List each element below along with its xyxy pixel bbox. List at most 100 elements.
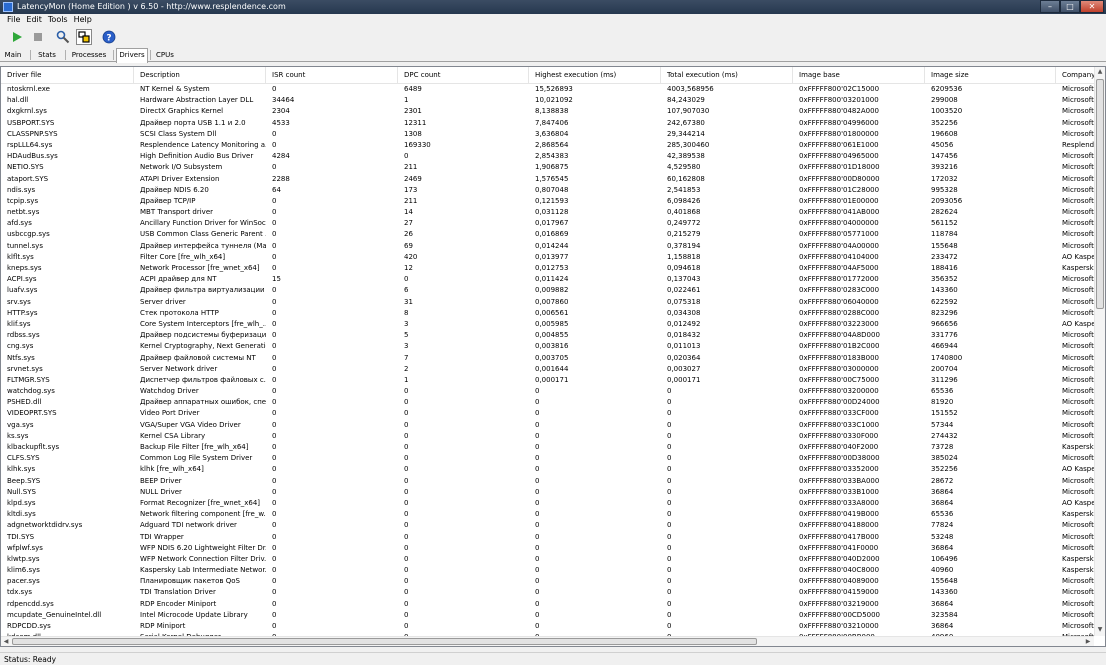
table-row[interactable]: usbccgp.sys USB Common Class Generic Pare… [1,229,1095,240]
menu-edit[interactable]: Edit [23,14,45,26]
table-row[interactable]: tcpip.sys Драйвер TCP/IP 0 211 0,121593 6,098… [1,196,1095,207]
table-row[interactable]: luafv.sys Драйвер фильтра виртуализации .… [1,285,1095,296]
column-header-isr-count[interactable]: ISR count [266,67,398,83]
table-row[interactable]: rdbss.sys Драйвер подсистемы буферизаци..… [1,330,1095,341]
table-row[interactable]: VIDEOPRT.SYS Video Port Driver 0 0 0 0 0xFFFFF… [1,408,1095,419]
cell-highest-execution: 0,016869 [535,230,569,239]
menu-file[interactable]: File [4,14,23,26]
cell-isr-count: 4533 [272,118,290,127]
scroll-left-arrow-icon[interactable]: ◀ [1,637,11,646]
cell-total-execution: 0 [667,554,672,563]
cell-isr-count: 34464 [272,96,295,105]
table-row[interactable]: Beep.SYS BEEP Driver 0 0 0 0 0xFFFFF880'033BA0… [1,476,1095,487]
cell-highest-execution: 0 [535,588,540,597]
table-row[interactable]: kltdi.sys Network filtering component [fr… [1,509,1095,520]
table-row[interactable]: PSHED.dll Драйвер аппаратных ошибок, спе.… [1,397,1095,408]
table-row[interactable]: CLASSPNP.SYS SCSI Class System Dll 0 1308 3,… [1,129,1095,140]
table-row[interactable]: tunnel.sys Драйвер интерфейса туннеля (Ма… [1,241,1095,252]
table-row[interactable]: klim6.sys Kaspersky Lab Intermediate Netw… [1,565,1095,576]
table-row[interactable]: afd.sys Ancillary Function Driver for Win… [1,218,1095,229]
table-row[interactable]: HTTP.sys Стек протокола HTTP 0 8 0,006561 0,0… [1,308,1095,319]
table-row[interactable]: ACPI.sys ACPI драйвер для NT 15 0 0,011424 0,… [1,274,1095,285]
table-row[interactable]: dxgkrnl.sys DirectX Graphics Kernel 2304 23… [1,106,1095,117]
help-button[interactable]: ? [101,29,117,45]
close-button[interactable]: ✕ [1080,0,1104,13]
tab-cpus[interactable]: CPUs [154,49,176,61]
table-row[interactable]: ntoskrnl.exe NT Kernel & System 0 6489 15,52… [1,84,1095,95]
column-header-highest-execution[interactable]: Highest execution (ms) [529,67,661,83]
scroll-down-arrow-icon[interactable]: ▼ [1095,625,1105,635]
table-row[interactable]: klflt.sys Filter Core [fre_wlh_x64] 0 420 0,… [1,252,1095,263]
table-row[interactable]: CLFS.SYS Common Log File System Driver 0 0 0… [1,453,1095,464]
table-row[interactable]: klpd.sys Format Recognizer [fre_wnet_x64]… [1,498,1095,509]
table-row[interactable]: netbt.sys MBT Transport driver 0 14 0,031128… [1,207,1095,218]
cell-driver-file: Null.SYS [7,487,36,496]
table-row[interactable]: NETIO.SYS Network I/O Subsystem 0 211 1,9068… [1,162,1095,173]
table-row[interactable]: klbackupflt.sys Backup File Filter [fre_w… [1,442,1095,453]
table-row[interactable]: FLTMGR.SYS Диспетчер фильтров файловых с.… [1,375,1095,386]
tab-drivers[interactable]: Drivers [116,48,148,63]
table-row[interactable]: ks.sys Kernel CSA Library 0 0 0 0 0xFFFFF880'0… [1,431,1095,442]
cell-dpc-count: 14 [404,208,413,217]
table-row[interactable]: wfplwf.sys WFP NDIS 6.20 Lightweight Filt… [1,543,1095,554]
tab-main[interactable]: Main [2,49,24,61]
menu-tools[interactable]: Tools [45,14,71,26]
table-row[interactable]: vga.sys VGA/Super VGA Video Driver 0 0 0 0 0xF… [1,420,1095,431]
table-row[interactable]: Null.SYS NULL Driver 0 0 0 0 0xFFFFF880'033B10… [1,487,1095,498]
table-row[interactable]: hal.dll Hardware Abstraction Layer DLL 344… [1,95,1095,106]
table-row[interactable]: srv.sys Server driver 0 31 0,007860 0,075318 0… [1,297,1095,308]
cell-image-size: 352256 [931,118,958,127]
vertical-scroll-thumb[interactable] [1096,79,1104,309]
maximize-button[interactable]: □ [1060,0,1080,13]
table-row[interactable]: rdpencdd.sys RDP Encoder Miniport 0 0 0 0 0xFF… [1,599,1095,610]
column-header-driver-file[interactable]: Driver file [1,67,134,83]
table-row[interactable]: kneps.sys Network Processor [fre_wnet_x64… [1,263,1095,274]
cell-driver-file: kltdi.sys [7,510,36,519]
column-header-image-size[interactable]: Image size [925,67,1056,83]
table-row[interactable]: klif.sys Core System Interceptors [fre_wl… [1,319,1095,330]
windows-button[interactable] [76,29,92,45]
table-row[interactable]: HDAudBus.sys High Definition Audio Bus Dr… [1,151,1095,162]
column-header-image-base[interactable]: Image base [793,67,925,83]
table-row[interactable]: adgnetworktdidrv.sys Adguard TDI network … [1,520,1095,531]
cell-total-execution: 0 [667,510,672,519]
table-row[interactable]: tdx.sys TDI Translation Driver 0 0 0 0 0xFFFFF… [1,587,1095,598]
column-header-dpc-count[interactable]: DPC count [398,67,529,83]
table-row[interactable]: RDPCDD.sys RDP Miniport 0 0 0 0 0xFFFFF880'032… [1,621,1095,632]
cell-image-base: 0xFFFFF880'0183B000 [799,353,879,362]
cell-dpc-count: 27 [404,219,413,228]
cell-image-base: 0xFFFFF880'04000000 [799,219,879,228]
vertical-scrollbar[interactable]: ▲ ▼ [1094,67,1105,636]
cell-isr-count: 0 [272,588,277,597]
horizontal-scroll-thumb[interactable] [12,638,757,645]
table-row[interactable]: pacer.sys Планировщик пакетов QoS 0 0 0 0 0xFF… [1,576,1095,587]
stop-button[interactable] [30,29,46,45]
tab-processes[interactable]: Processes [70,49,108,61]
table-row[interactable]: klwtp.sys WFP Network Connection Filter D… [1,554,1095,565]
cell-company: Microsoft [1062,85,1094,93]
start-button[interactable] [9,29,25,45]
tab-stats[interactable]: Stats [34,49,60,61]
table-row[interactable]: Ntfs.sys Драйвер файловой системы NT 0 7 0,0… [1,353,1095,364]
scroll-up-arrow-icon[interactable]: ▲ [1095,67,1105,77]
menu-help[interactable]: Help [71,14,95,26]
cell-isr-count: 0 [272,543,277,552]
column-header-company[interactable]: Company [1056,67,1096,83]
table-row[interactable]: srvnet.sys Server Network driver 0 2 0,00164… [1,364,1095,375]
table-row[interactable]: cng.sys Kernel Cryptography, Next Generat… [1,341,1095,352]
table-row[interactable]: ataport.SYS ATAPI Driver Extension 2288 246… [1,174,1095,185]
column-header-description[interactable]: Description [134,67,266,83]
minimize-button[interactable]: – [1040,0,1060,13]
settings-button[interactable] [55,29,71,45]
table-row[interactable]: rspLLL64.sys Resplendence Latency Monitor… [1,140,1095,151]
scroll-right-arrow-icon[interactable]: ▶ [1083,637,1093,646]
table-row[interactable]: TDI.SYS TDI Wrapper 0 0 0 0 0xFFFFF880'0417B00… [1,532,1095,543]
table-row[interactable]: klhk.sys klhk [fre_wlh_x64] 0 0 0 0 0xFFFFF880… [1,464,1095,475]
table-row[interactable]: mcupdate_GenuineIntel.dll Intel Microcode… [1,610,1095,621]
column-header-total-execution[interactable]: Total execution (ms) [661,67,793,83]
cell-isr-count: 0 [272,129,277,138]
horizontal-scrollbar[interactable]: ◀ ▶ [1,636,1094,646]
table-row[interactable]: ndis.sys Драйвер NDIS 6.20 64 173 0,807048 2,… [1,185,1095,196]
table-row[interactable]: USBPORT.SYS Драйвер порта USB 1.1 и 2.0 45… [1,118,1095,129]
table-row[interactable]: watchdog.sys Watchdog Driver 0 0 0 0 0xFFFFF88… [1,386,1095,397]
